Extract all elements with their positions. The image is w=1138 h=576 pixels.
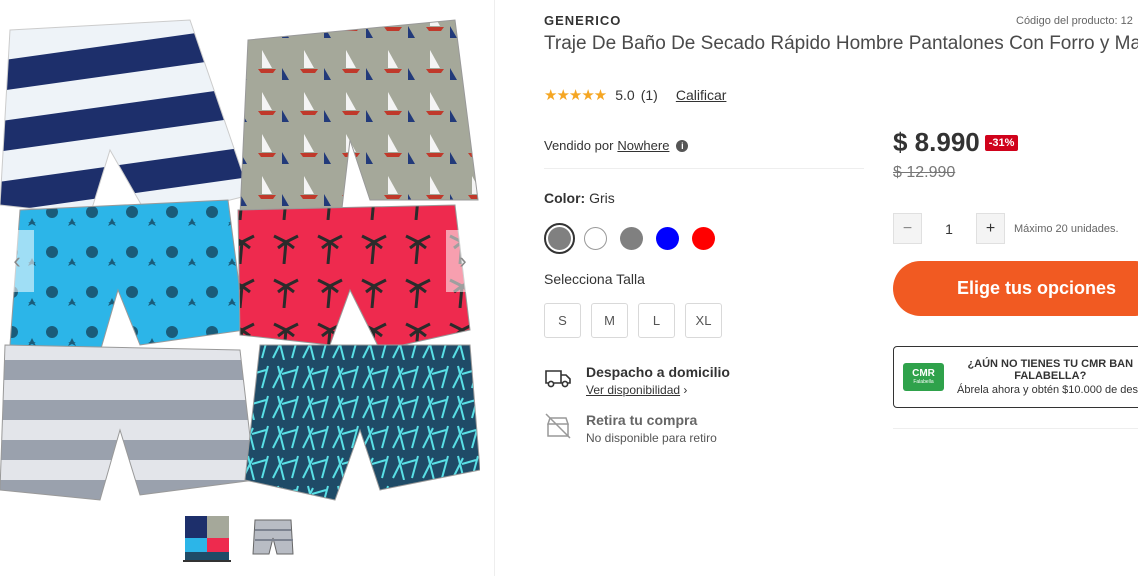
- swatch-circle: [692, 227, 715, 250]
- chevron-left-icon: ‹: [13, 248, 21, 273]
- cmr-banner-offer: Ábrela ahora y obtén $10.000 de desc: [957, 384, 1138, 396]
- home-delivery-text: Despacho a domicilio Ver disponibilidad …: [586, 364, 730, 397]
- price-row: $ 8.990 -31%: [893, 127, 1019, 158]
- gallery-next-button[interactable]: ›: [446, 230, 480, 292]
- discount-badge: -31%: [984, 134, 1019, 151]
- thumbnail-image: [185, 516, 229, 560]
- color-swatch-grey[interactable]: [616, 223, 647, 254]
- quantity-increase-button[interactable]: +: [976, 213, 1005, 244]
- original-price: $ 12.990: [893, 164, 956, 181]
- seller-label: Vendido por: [544, 138, 614, 153]
- cmr-banner-text: ¿AÚN NO TIENES TU CMR BAN FALABELLA? Ábr…: [957, 358, 1138, 396]
- color-swatch-gris[interactable]: [544, 223, 575, 254]
- thumbnail-2[interactable]: [249, 514, 297, 562]
- store-pickup-title: Retira tu compra: [586, 412, 698, 428]
- store-pickup-disabled-icon: [545, 413, 571, 439]
- check-availability-link[interactable]: Ver disponibilidad: [586, 383, 680, 397]
- info-icon[interactable]: i: [676, 139, 689, 152]
- cmr-logo-text: CMR: [912, 368, 935, 379]
- rating-row: ★★★★★ 5.0 (1) Calificar: [544, 86, 726, 104]
- home-delivery: Despacho a domicilio Ver disponibilidad …: [544, 364, 730, 397]
- star-rating-icon: ★★★★★: [544, 87, 607, 104]
- current-price: $ 8.990: [893, 127, 980, 157]
- color-label: Color: Gris: [544, 190, 615, 206]
- cmr-logo: CMR Falabella: [903, 363, 944, 391]
- gallery-prev-button[interactable]: ‹: [0, 230, 34, 292]
- size-option-l[interactable]: L: [638, 303, 675, 338]
- cmr-logo-subtext: Falabella: [913, 379, 934, 385]
- store-pickup: Retira tu compra No disponible para reti…: [544, 412, 717, 445]
- store-pickup-text: Retira tu compra No disponible para reti…: [586, 412, 717, 445]
- product-code: Código del producto: 12: [1016, 15, 1133, 27]
- cmr-banner-headline: ¿AÚN NO TIENES TU CMR BAN: [967, 358, 1134, 370]
- choose-options-button[interactable]: Elige tus opciones: [893, 261, 1138, 316]
- thumbnail-1[interactable]: [183, 514, 231, 562]
- rating-count: (1): [640, 87, 658, 103]
- product-brand[interactable]: GENERICO: [544, 13, 621, 28]
- section-divider: [544, 168, 864, 169]
- color-selected-value: Gris: [589, 190, 615, 206]
- cmr-card-banner[interactable]: CMR Falabella ¿AÚN NO TIENES TU CMR BAN …: [893, 346, 1138, 408]
- swatch-circle: [620, 227, 643, 250]
- chevron-right-icon: ›: [683, 383, 688, 397]
- swatch-circle: [548, 227, 571, 250]
- home-delivery-link-row: Ver disponibilidad ›: [586, 383, 730, 397]
- quantity-max-note: Máximo 20 unidades.: [1014, 222, 1119, 235]
- thumbnail-image: [249, 514, 297, 562]
- swatch-circle: [584, 227, 607, 250]
- color-swatch-blue[interactable]: [652, 223, 683, 254]
- section-divider: [893, 428, 1138, 429]
- store-pickup-status: No disponible para retiro: [586, 431, 717, 445]
- color-swatch-white[interactable]: [580, 223, 611, 254]
- quantity-decrease-button[interactable]: −: [893, 213, 922, 244]
- color-label-title: Color:: [544, 190, 586, 206]
- cmr-banner-headline-2: FALABELLA?: [1014, 370, 1087, 382]
- swatch-circle: [656, 227, 679, 250]
- rating-value: 5.0: [615, 87, 635, 103]
- gallery-thumbnails: [183, 514, 297, 562]
- size-label: Selecciona Talla: [544, 271, 645, 287]
- product-photo-illustration: [0, 19, 480, 501]
- size-options: S M L XL: [544, 303, 722, 338]
- seller-name-link[interactable]: Nowhere: [617, 138, 669, 153]
- home-delivery-title: Despacho a domicilio: [586, 364, 730, 380]
- quantity-value[interactable]: 1: [922, 221, 976, 237]
- truck-icon: [545, 370, 571, 388]
- seller-row: Vendido por Nowhere i: [544, 138, 689, 153]
- size-option-xl[interactable]: XL: [685, 303, 722, 338]
- rate-product-link[interactable]: Calificar: [676, 87, 727, 103]
- product-main-image[interactable]: ‹ ›: [0, 0, 480, 505]
- quantity-stepper: − 1 + Máximo 20 unidades.: [893, 213, 1119, 244]
- column-divider: [494, 0, 495, 576]
- chevron-right-icon: ›: [459, 248, 467, 273]
- color-swatch-red[interactable]: [688, 223, 719, 254]
- product-title: Traje De Baño De Secado Rápido Hombre Pa…: [544, 33, 1138, 54]
- color-swatches: [544, 223, 724, 254]
- size-option-m[interactable]: M: [591, 303, 628, 338]
- size-option-s[interactable]: S: [544, 303, 581, 338]
